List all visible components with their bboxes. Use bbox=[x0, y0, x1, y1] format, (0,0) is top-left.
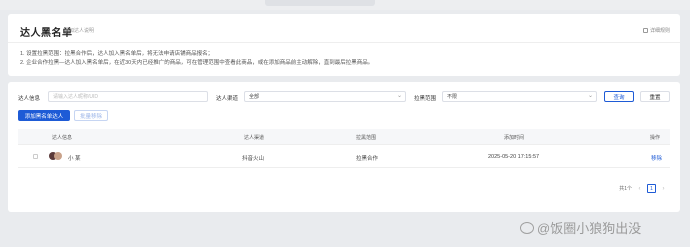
scope-select-value: 不限 bbox=[447, 94, 458, 100]
main-card: 达人信息 请输入达人昵称/UID 达人渠道 全部 ⌄ 拉黑范围 不限 ⌄ 查询 … bbox=[8, 82, 680, 212]
influencer-name: 小 某 bbox=[68, 156, 81, 162]
column-header: 添加时间 bbox=[504, 135, 525, 141]
watermark: @饭圈小狼狗出没 bbox=[520, 218, 641, 237]
page-subtitle-link[interactable]: 添加达人说明 bbox=[64, 27, 94, 34]
column-header: 达人信息 bbox=[52, 135, 73, 141]
document-icon bbox=[642, 28, 648, 33]
description-line-2: 2. 企业合作拉黑—达人加入黑名单后，在近30天内已经推广的商品，可在管理范围中… bbox=[20, 60, 374, 66]
weibo-logo-icon bbox=[520, 221, 534, 234]
remove-link[interactable]: 移除 bbox=[651, 154, 662, 162]
added-time: 2025-05-20 17:15:57 bbox=[488, 154, 540, 160]
query-button[interactable]: 查询 bbox=[604, 91, 634, 102]
chevron-left-icon[interactable]: ‹ bbox=[635, 184, 644, 193]
scope-select[interactable]: 不限 ⌄ bbox=[442, 91, 597, 102]
influencer-channel: 抖音火山 bbox=[242, 156, 265, 162]
influencer-search-input[interactable]: 请输入达人昵称/UID bbox=[48, 91, 208, 102]
channel-select[interactable]: 全部 ⌄ bbox=[244, 91, 406, 102]
table-row: 小 某 抖音火山 拉黑合作 2025-05-20 17:15:57 移除 bbox=[18, 146, 670, 168]
column-header: 拉黑范围 bbox=[356, 135, 377, 141]
pagination-total: 共1个 bbox=[619, 186, 632, 192]
row-checkbox[interactable] bbox=[33, 154, 38, 159]
header-card: 达人黑名单 添加达人说明 详细规则 1. 设置拉黑范围：拉黑合作后，达人加入黑名… bbox=[8, 14, 680, 76]
reset-button[interactable]: 重置 bbox=[640, 91, 670, 102]
influencer-filter-label: 达人信息 bbox=[18, 96, 41, 102]
scope-filter-label: 拉黑范围 bbox=[414, 96, 437, 102]
chevron-right-icon[interactable]: › bbox=[659, 184, 668, 193]
avatar bbox=[49, 151, 65, 161]
divider bbox=[8, 42, 680, 43]
chevron-down-icon: ⌄ bbox=[587, 93, 593, 99]
top-tab bbox=[265, 0, 375, 6]
help-link[interactable]: 详细规则 bbox=[642, 27, 670, 34]
blacklist-scope: 拉黑合作 bbox=[356, 156, 379, 162]
column-header: 操作 bbox=[650, 135, 661, 141]
page-number-button[interactable]: 1 bbox=[647, 184, 656, 193]
influencer-placeholder: 请输入达人昵称/UID bbox=[53, 94, 99, 100]
batch-remove-button[interactable]: 批量移除 bbox=[74, 110, 108, 121]
chevron-down-icon: ⌄ bbox=[396, 93, 402, 99]
help-label: 详细规则 bbox=[649, 28, 670, 34]
watermark-text: @饭圈小狼狗出没 bbox=[537, 221, 642, 236]
column-header: 达人渠道 bbox=[244, 135, 265, 141]
table-header: 达人信息 达人渠道 拉黑范围 添加时间 操作 bbox=[18, 129, 670, 145]
channel-select-value: 全部 bbox=[249, 94, 260, 100]
channel-filter-label: 达人渠道 bbox=[216, 96, 239, 102]
pagination: 共1个 ‹ 1 › bbox=[619, 184, 668, 193]
avatar-image bbox=[54, 152, 62, 160]
add-blacklist-button[interactable]: 添加黑名单达人 bbox=[18, 110, 70, 121]
description-line-1: 1. 设置拉黑范围：拉黑合作后，达人加入黑名单后，将无法申请店铺商品报名； bbox=[20, 51, 214, 57]
